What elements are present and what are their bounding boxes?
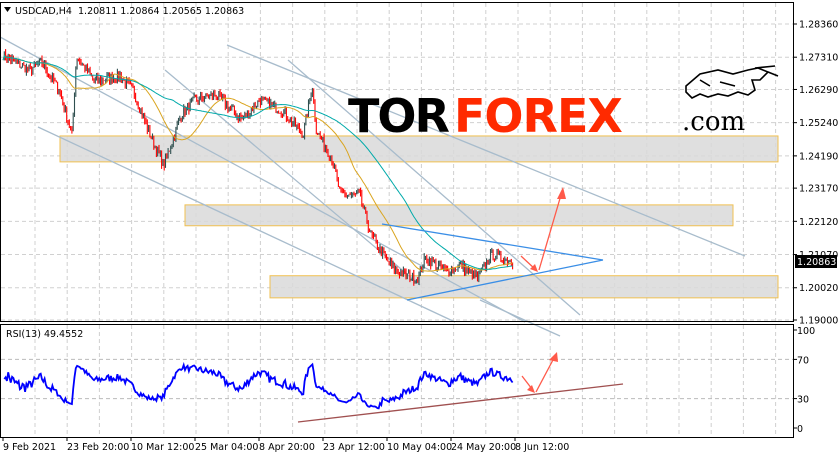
rsi-tick-label: 100 bbox=[797, 326, 815, 337]
x-tick-label: 8 Jun 12:00 bbox=[515, 442, 569, 453]
arrowhead-icon bbox=[527, 385, 535, 393]
y-tick-label: 1.25240 bbox=[799, 118, 838, 129]
x-tick-label: 8 Apr 20:00 bbox=[259, 442, 315, 453]
x-tick-label: 23 Feb 20:00 bbox=[67, 442, 129, 453]
rsi-tick-label: 30 bbox=[797, 395, 809, 406]
y-tick-label: 1.22120 bbox=[799, 217, 838, 228]
x-tick-label: 10 May 04:00 bbox=[387, 442, 452, 453]
price-zone[interactable] bbox=[184, 204, 734, 227]
rsi-title: RSI(13) 49.4552 bbox=[6, 329, 83, 340]
logo-text-com: .com bbox=[682, 107, 745, 137]
chart-header: USDCAD,H4 1.20811 1.20864 1.20565 1.2086… bbox=[4, 6, 244, 17]
bull-icon bbox=[685, 65, 779, 99]
trendline[interactable] bbox=[479, 299, 561, 337]
rsi-line bbox=[3, 361, 514, 410]
y-tick-label: 1.20020 bbox=[799, 283, 838, 294]
price-axis[interactable]: 1.28360 1.27310 1.26290 1.25240 1.24190 1.231… bbox=[793, 20, 838, 327]
x-tick-label: 24 May 20:00 bbox=[451, 442, 516, 453]
rsi-indicator bbox=[1, 358, 793, 410]
rsi-tick-label: 0 bbox=[797, 424, 803, 435]
x-tick-label: 25 Mar 04:00 bbox=[195, 442, 258, 453]
y-tick-label: 1.27310 bbox=[799, 53, 838, 64]
y-tick-label: 1.24190 bbox=[799, 151, 838, 162]
trading-chart[interactable]: TOR FOREX .com USDCAD,H4 1.20811 1.20864… bbox=[0, 0, 838, 458]
y-tick-label: 1.26290 bbox=[799, 85, 838, 96]
symbol-label: USDCAD,H4 bbox=[15, 6, 72, 17]
price-candles bbox=[3, 49, 514, 286]
current-price-label: 1.20863 bbox=[795, 255, 837, 268]
y-tick-label: 1.19000 bbox=[799, 316, 838, 327]
x-tick-label: 23 Apr 12:00 bbox=[323, 442, 385, 453]
torforex-logo: TOR FOREX .com bbox=[348, 65, 779, 143]
time-axis[interactable]: 9 Feb 2021 23 Feb 20:00 10 Mar 12:00 25 Mar… bbox=[2, 437, 569, 453]
ohlc-values: 1.20811 1.20864 1.20565 1.20863 bbox=[78, 6, 244, 17]
rsi-panel-border bbox=[0, 324, 794, 438]
x-tick-label: 9 Feb 2021 bbox=[3, 442, 56, 453]
x-tick-label: 10 Mar 12:00 bbox=[131, 442, 194, 453]
rsi-tick-label: 70 bbox=[797, 355, 809, 366]
current-price: 1.20863 bbox=[797, 257, 836, 268]
rsi-arrow-up[interactable] bbox=[535, 357, 555, 393]
logo-text-forex: FOREX bbox=[454, 89, 622, 143]
dropdown-triangle-icon[interactable] bbox=[4, 7, 11, 12]
y-tick-label: 1.28360 bbox=[799, 20, 838, 31]
arrowhead-icon bbox=[557, 187, 566, 199]
y-tick-label: 1.23170 bbox=[799, 184, 838, 195]
rsi-axis: 100 70 30 0 bbox=[793, 326, 815, 435]
price-zone[interactable] bbox=[269, 275, 779, 299]
trendline[interactable] bbox=[0, 36, 526, 323]
logo-text-tor: TOR bbox=[348, 89, 449, 143]
